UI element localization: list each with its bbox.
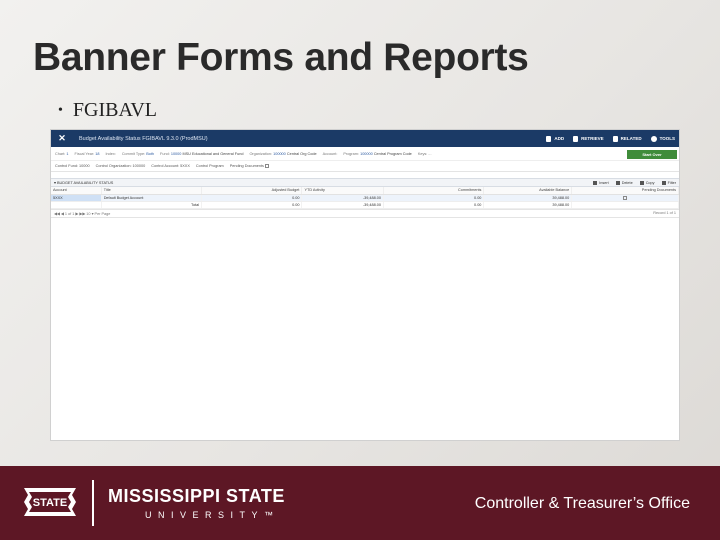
keys-label: Keys: ... [417,151,432,156]
fund-value[interactable]: 10000 [171,152,182,156]
ytd-activity-cell: -39,488.00 [301,194,385,202]
pagination-bar: ◀◀ ◀ 1 of 1 ▶ ▶▶ 10 ▾ Per Page Record 1 … [51,208,679,218]
window-title: Budget Availability Status FGIBAVL 9.3.0… [79,135,208,142]
related-button[interactable]: RELATED [612,135,642,142]
total-ytd-activity: -39,488.00 [301,201,385,209]
chart-value[interactable]: 1 [66,152,68,156]
control-account: Control Account: 5XXX [151,164,190,168]
related-icon [612,135,618,142]
banner-screenshot: ✕ Budget Availability Status FGIBAVL 9.3… [50,129,680,441]
start-over-button[interactable]: Start Over [627,150,677,159]
svg-text:STATE: STATE [33,497,67,509]
control-fund: Control Fund: 10000 [55,164,90,168]
section-header: ▾ BUDGET AVAILABILITY STATUS Insert Dele… [51,178,679,187]
delete-button[interactable]: Delete [615,180,633,185]
col-title[interactable]: Title [101,187,203,195]
tools-button[interactable]: TOOLS [650,135,675,142]
close-icon[interactable]: ✕ [55,133,69,144]
pending-docs-toggle[interactable]: Pending Documents [230,164,269,168]
insert-button[interactable]: Insert [593,180,609,185]
budget-grid: Account Title Adjusted Budget YTD Activi… [51,187,679,209]
total-row: Total 0.00 -39,488.00 0.00 39,488.00 [51,201,679,209]
title-cell: Default Budget Account [101,194,203,202]
bullet-text: FGIBAVL [72,99,157,121]
total-label: Total [101,201,203,209]
gear-icon [650,135,657,142]
key-block: Chart: 1 Fiscal Year: 18 Index: Commit T… [51,147,679,161]
footer-divider [92,480,94,526]
col-pending-documents[interactable]: Pending Documents [571,187,679,195]
filter-button[interactable]: Filter [661,180,676,185]
control-program: Control Program [195,164,224,168]
pending-docs-checkbox[interactable] [264,164,269,168]
retrieve-button[interactable]: RETRIEVE [573,135,604,142]
copy-button[interactable]: Copy [639,180,655,185]
section-title[interactable]: ▾ BUDGET AVAILABILITY STATUS [54,180,113,185]
col-commitments[interactable]: Commitments [383,187,485,195]
adjusted-budget-cell: 0.00 [201,194,303,202]
footer-bar: STATE MISSISSIPPI STATE UNIVERSITY™ Cont… [0,466,720,540]
copy-icon [639,180,644,185]
bullet-dot: • [58,102,63,118]
org-value[interactable]: 100000 [273,152,286,156]
index-label: Index: [105,151,116,156]
commitments-cell: 0.00 [383,194,485,202]
university-subtitle: UNIVERSITY™ [145,510,280,520]
grid-header-row: Account Title Adjusted Budget YTD Activi… [51,187,679,195]
delete-icon [615,180,620,185]
app-header-bar: ✕ Budget Availability Status FGIBAVL 9.3… [51,130,679,147]
university-name: MISSISSIPPI STATE [108,486,285,506]
col-adjusted-budget[interactable]: Adjusted Budget [201,187,303,195]
add-button[interactable]: ADD [546,135,564,142]
filter-icon [661,180,666,185]
pending-documents-checkbox[interactable] [623,195,628,200]
msu-state-logo: STATE [24,488,76,516]
col-available-balance[interactable]: Available Balance [483,187,573,195]
account-cell[interactable]: 5XXX [51,194,102,202]
total-commitments: 0.00 [383,201,485,209]
program-value[interactable]: 100000 [360,152,373,156]
bullet-item: • FGIBAVL [58,99,157,122]
header-actions: ADD RETRIEVE RELATED TOOLS [546,135,675,142]
slide-title: Banner Forms and Reports [33,36,529,79]
account-label: Account: [322,151,338,156]
total-adjusted-budget: 0.00 [201,201,303,209]
add-icon [546,135,552,142]
available-balance-cell: 39,488.00 [483,194,573,202]
control-row: Control Fund: 10000 Control Organization… [51,161,679,172]
fiscal-year-value[interactable]: 18 [95,152,99,156]
record-count: Record 1 of 1 [653,211,676,215]
office-name: Controller & Treasurer’s Office [474,495,690,512]
total-available-balance: 39,488.00 [483,201,573,209]
col-ytd-activity[interactable]: YTD Activity [301,187,385,195]
section-tools: Insert Delete Copy Filter [593,180,676,185]
commit-type-value[interactable]: Both [146,152,154,156]
col-account[interactable]: Account [51,187,102,195]
control-org: Control Organization: 100000 [95,164,146,168]
table-row[interactable]: 5XXX Default Budget Account 0.00 -39,488… [51,194,679,202]
pending-documents-cell[interactable] [571,194,679,202]
retrieve-icon [573,135,579,142]
insert-icon [593,180,598,185]
pager-controls[interactable]: ◀◀ ◀ 1 of 1 ▶ ▶▶ 10 ▾ Per Page [54,211,110,216]
